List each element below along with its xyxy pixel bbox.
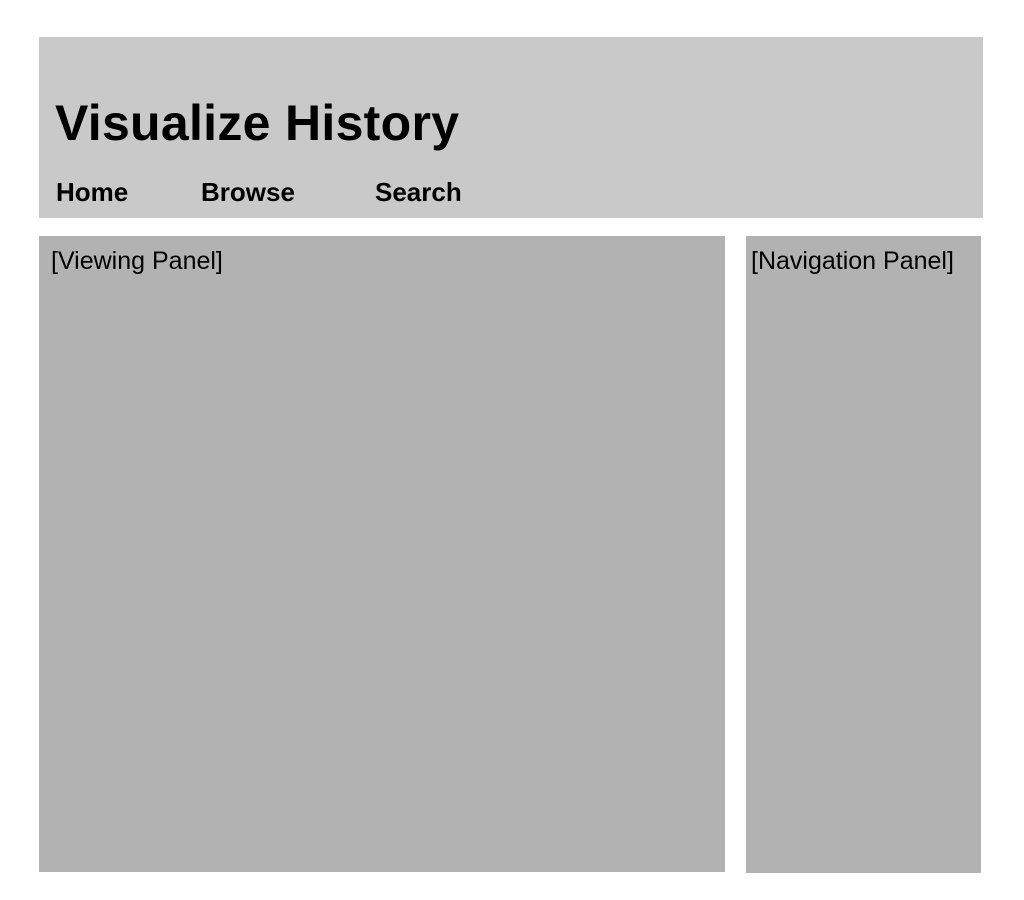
viewing-panel-label: [Viewing Panel]: [51, 247, 223, 275]
navigation-panel-label: [Navigation Panel]: [751, 247, 954, 275]
nav-link-browse[interactable]: Browse: [201, 176, 295, 208]
page-title: Visualize History: [55, 95, 460, 151]
navigation-panel[interactable]: [Navigation Panel]: [746, 236, 981, 873]
site-header: Visualize History Home Browse Search: [39, 37, 983, 218]
viewing-panel[interactable]: [Viewing Panel]: [39, 236, 725, 872]
nav-link-search[interactable]: Search: [375, 176, 462, 208]
nav-link-home[interactable]: Home: [56, 176, 128, 208]
